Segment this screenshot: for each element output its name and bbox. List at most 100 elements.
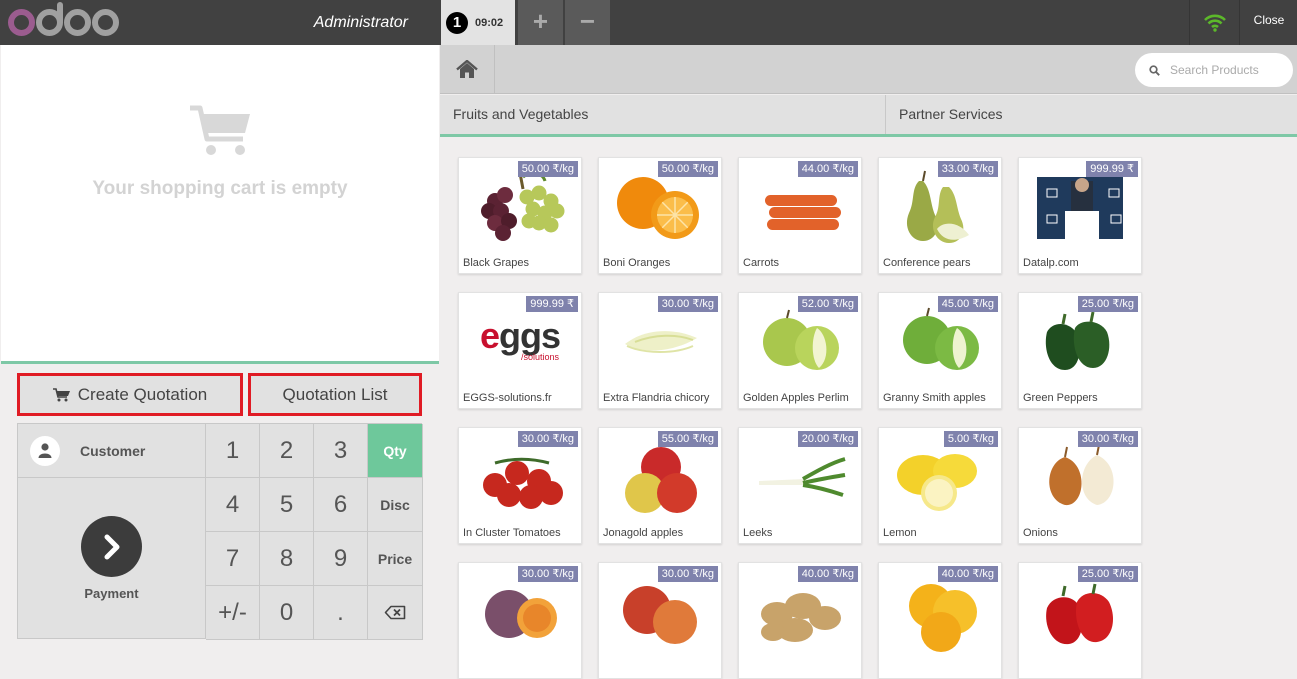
price-tag: 50.00 ₹/kg <box>657 161 718 177</box>
product-card[interactable]: 25.00 ₹/kg <box>1018 562 1142 679</box>
mode-qty-button[interactable]: Qty <box>368 424 423 478</box>
product-card[interactable]: 52.00 ₹/kg Golden Apples Perlim <box>738 292 862 409</box>
home-icon <box>456 60 478 78</box>
numpad-key-plus-minus[interactable]: +/- <box>206 586 260 640</box>
product-name: Leeks <box>743 527 773 539</box>
product-name: Datalp.com <box>1023 257 1079 269</box>
price-tag: 30.00 ₹/kg <box>657 566 718 582</box>
product-name: Granny Smith apples <box>883 392 986 404</box>
username[interactable]: Administrator <box>250 0 440 45</box>
numpad-key-9[interactable]: 9 <box>314 532 368 586</box>
cart-icon <box>52 387 70 401</box>
mode-price-button[interactable]: Price <box>368 532 423 586</box>
price-tag: 30.00 ₹/kg <box>657 296 718 312</box>
home-button[interactable] <box>440 45 495 94</box>
numpad-key-2[interactable]: 2 <box>260 424 314 478</box>
chevron-right-icon <box>104 534 119 559</box>
product-card[interactable]: 25.00 ₹/kg Green Peppers <box>1018 292 1142 409</box>
numpad-key-7[interactable]: 7 <box>206 532 260 586</box>
product-name: Extra Flandria chicory <box>603 392 710 404</box>
product-card[interactable]: 20.00 ₹/kg Leeks <box>738 427 862 544</box>
price-tag: 30.00 ₹/kg <box>517 431 578 447</box>
price-tag: 33.00 ₹/kg <box>937 161 998 177</box>
price-tag: 30.00 ₹/kg <box>1077 431 1138 447</box>
numpad-key-3[interactable]: 3 <box>314 424 368 478</box>
product-card[interactable]: 30.00 ₹/kg <box>598 562 722 679</box>
price-tag: 20.00 ₹/kg <box>797 431 858 447</box>
customer-label: Customer <box>80 442 146 459</box>
product-card[interactable]: 40.00 ₹/kg <box>878 562 1002 679</box>
product-card[interactable]: 30.00 ₹/kg Extra Flandria chicory <box>598 292 722 409</box>
price-tag: 999.99 ₹ <box>526 296 578 312</box>
price-tag: 52.00 ₹/kg <box>797 296 858 312</box>
price-tag: 999.99 ₹ <box>1086 161 1138 177</box>
product-name: Jonagold apples <box>603 527 684 539</box>
product-card[interactable]: 50.00 ₹/kg Boni Oranges <box>598 157 722 274</box>
price-tag: 44.00 ₹/kg <box>797 161 858 177</box>
product-card[interactable]: 33.00 ₹/kg Conference pears <box>878 157 1002 274</box>
mode-disc-button[interactable]: Disc <box>368 478 423 532</box>
price-tag: 25.00 ₹/kg <box>1077 296 1138 312</box>
product-name: Carrots <box>743 257 780 269</box>
search-input[interactable]: Search Products <box>1170 63 1259 77</box>
search-icon <box>1149 64 1160 76</box>
quotation-list-button[interactable]: Quotation List <box>248 373 422 416</box>
product-card[interactable]: 55.00 ₹/kg Jonagold apples <box>598 427 722 544</box>
product-card[interactable]: 30.00 ₹/kg Onions <box>1018 427 1142 544</box>
order-tab-active[interactable]: 1 09:02 <box>441 0 515 45</box>
numpad-key-6[interactable]: 6 <box>314 478 368 532</box>
product-card[interactable]: 30.00 ₹/kg <box>458 562 582 679</box>
numpad-key-5[interactable]: 5 <box>260 478 314 532</box>
product-name: Green Peppers <box>1023 392 1098 404</box>
price-tag: 5.00 ₹/kg <box>943 431 998 447</box>
delete-order-button[interactable]: − <box>565 0 610 45</box>
product-card[interactable]: 999.99 ₹ Datalp.com <box>1018 157 1142 274</box>
odoo-logo <box>8 1 119 39</box>
order-pane: Your shopping cart is empty Create Quota… <box>0 45 440 655</box>
numpad-key-0[interactable]: 0 <box>260 586 314 640</box>
create-quotation-button[interactable]: Create Quotation <box>17 373 243 416</box>
backspace-icon <box>384 605 406 620</box>
product-card[interactable]: 30.00 ₹/kg In Cluster Tomatoes <box>458 427 582 544</box>
product-name: Onions <box>1023 527 1058 539</box>
quotation-list-label: Quotation List <box>282 384 388 404</box>
numpad-key-dot[interactable]: . <box>314 586 368 640</box>
price-tag: 40.00 ₹/kg <box>937 566 998 582</box>
price-tag: 45.00 ₹/kg <box>937 296 998 312</box>
product-name: In Cluster Tomatoes <box>463 527 561 539</box>
numpad: 1 2 3 Qty 4 5 6 Disc 7 8 9 Price +/- 0 . <box>205 423 423 640</box>
action-pad: Customer Payment <box>17 423 206 639</box>
product-card[interactable]: 45.00 ₹/kg Granny Smith apples <box>878 292 1002 409</box>
new-order-button[interactable]: + <box>518 0 563 45</box>
payment-button[interactable] <box>81 516 142 577</box>
numpad-key-1[interactable]: 1 <box>206 424 260 478</box>
product-card[interactable]: 40.00 ₹/kg <box>738 562 862 679</box>
numpad-key-4[interactable]: 4 <box>206 478 260 532</box>
product-card[interactable]: 44.00 ₹/kg Carrots <box>738 157 862 274</box>
product-card[interactable]: 50.00 ₹/kg Black Grapes <box>458 157 582 274</box>
user-icon <box>30 435 60 466</box>
close-button[interactable]: Close <box>1241 0 1297 45</box>
product-name: Lemon <box>883 527 917 539</box>
category-fruits-and-vegetables[interactable]: Fruits and Vegetables <box>440 95 886 134</box>
shopping-cart-icon <box>190 105 250 155</box>
price-tag: 55.00 ₹/kg <box>657 431 718 447</box>
search-box[interactable]: Search Products <box>1135 53 1293 87</box>
product-card[interactable]: eggs/solutions 999.99 ₹ EGGS-solutions.fr <box>458 292 582 409</box>
create-quotation-label: Create Quotation <box>77 384 208 404</box>
wifi-icon[interactable] <box>1189 0 1240 45</box>
price-tag: 50.00 ₹/kg <box>517 161 578 177</box>
product-name: Black Grapes <box>463 257 530 269</box>
category-bar: Fruits and Vegetables Partner Services <box>440 95 1297 137</box>
backspace-button[interactable] <box>368 586 423 640</box>
order-time: 09:02 <box>475 16 504 29</box>
order-cart: Your shopping cart is empty <box>1 45 439 364</box>
category-partner-services[interactable]: Partner Services <box>886 95 1297 134</box>
product-card[interactable]: 5.00 ₹/kg Lemon <box>878 427 1002 544</box>
breadcrumb-bar: Search Products <box>440 45 1297 94</box>
numpad-key-8[interactable]: 8 <box>260 532 314 586</box>
top-bar: Administrator 1 09:02 + − Close <box>0 0 1297 45</box>
price-tag: 30.00 ₹/kg <box>517 566 578 582</box>
set-customer-button[interactable]: Customer <box>18 424 205 478</box>
payment-label: Payment <box>84 586 139 601</box>
